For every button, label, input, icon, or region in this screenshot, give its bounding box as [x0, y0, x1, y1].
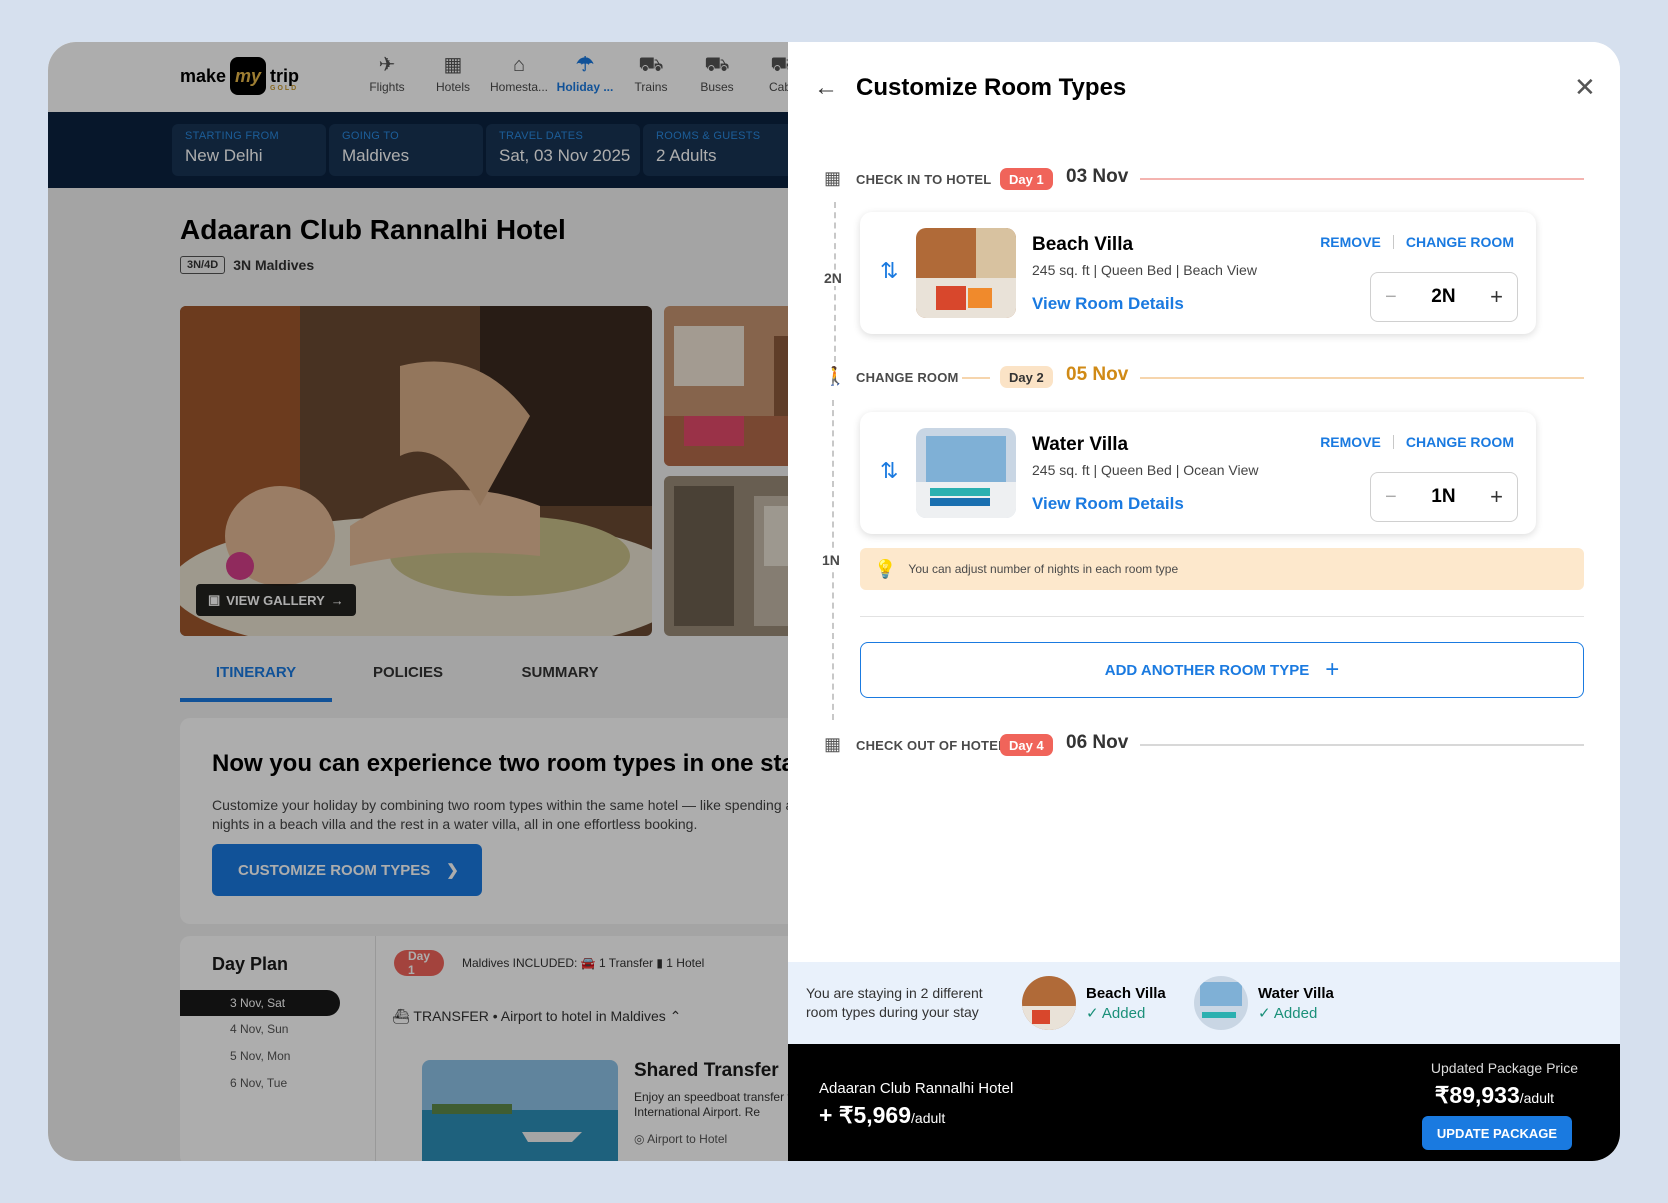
water-villa-photo [916, 428, 1016, 518]
modal-backdrop[interactable] [48, 42, 848, 1161]
change-line-left [962, 377, 990, 379]
plus-icon[interactable]: + [1490, 484, 1503, 510]
update-package-button[interactable]: UPDATE PACKAGE [1422, 1116, 1572, 1150]
change-room-label: CHANGE ROOM [856, 370, 959, 385]
change-date: 05 Nov [1066, 364, 1129, 385]
summary-room-name: Water Villa [1258, 984, 1334, 1002]
traveler-luggage-icon: 🚶 [824, 366, 847, 386]
plus-icon: + [1325, 656, 1340, 683]
room-name: Water Villa [1032, 434, 1129, 455]
summary-text: You are staying in 2 different room type… [806, 985, 983, 1020]
close-icon[interactable]: ✕ [1574, 72, 1596, 103]
customize-room-types-panel: ← Customize Room Types ✕ ▦ CHECK IN TO H… [788, 42, 1620, 1161]
room-actions: REMOVE CHANGE ROOM [1320, 434, 1514, 450]
remove-room-button[interactable]: REMOVE [1320, 434, 1381, 450]
change-room-button[interactable]: CHANGE ROOM [1406, 234, 1514, 250]
updated-price-label: Updated Package Price [1430, 1060, 1578, 1076]
beach-villa-photo [916, 228, 1016, 318]
beach-villa-avatar [1022, 976, 1076, 1030]
room-card-water-villa: ⇅ Water Villa 245 sq. ft | Queen Bed | O… [860, 412, 1536, 534]
change-day-pill: Day 2 [1000, 366, 1053, 388]
added-status: ✓ Added [1258, 1004, 1318, 1022]
lightbulb-icon: 💡 [874, 558, 897, 579]
reorder-icon[interactable]: ⇅ [880, 458, 898, 484]
additional-amount: + ₹5,969 [819, 1102, 912, 1128]
screen: make my trip GOLD ✈ Flights ▦ Hotels ⌂ Home… [48, 42, 1620, 1161]
nights-stepper: − 2N + [1370, 272, 1518, 322]
updated-price: ₹89,933/adult [1435, 1082, 1554, 1109]
night-count-label: 1N [822, 552, 840, 568]
nights-tip-banner: 💡 You can adjust number of nights in eac… [860, 548, 1584, 590]
additional-price: + ₹5,969/adult [819, 1102, 945, 1129]
room-spec: 245 sq. ft | Queen Bed | Beach View [1032, 262, 1257, 278]
checkout-date: 06 Nov [1066, 732, 1129, 753]
back-arrow-icon[interactable]: ← [814, 74, 838, 102]
per-adult: /adult [911, 1110, 946, 1126]
change-line [1140, 377, 1584, 379]
tip-text: You can adjust number of nights in each … [908, 562, 1179, 576]
nights-value: 1N [1431, 486, 1456, 507]
nights-value: 2N [1431, 286, 1456, 307]
checkout-label: CHECK OUT OF HOTEL [856, 738, 1006, 753]
summary-room-name: Beach Villa [1086, 984, 1166, 1002]
divider [1392, 235, 1394, 249]
building-icon: ▦ [824, 734, 842, 754]
divider [1392, 435, 1394, 449]
nights-stepper: − 1N + [1370, 472, 1518, 522]
checkin-day-pill: Day 1 [1000, 168, 1053, 190]
room-actions: REMOVE CHANGE ROOM [1320, 234, 1514, 250]
reorder-icon[interactable]: ⇅ [880, 258, 898, 284]
checkout-day-pill: Day 4 [1000, 734, 1053, 756]
price-footer: Adaaran Club Rannalhi Hotel + ₹5,969/adu… [788, 1044, 1620, 1161]
summary-room-1: Beach Villa ✓ Added [1022, 976, 1166, 1030]
room-card-beach-villa: ⇅ Beach Villa 245 sq. ft | Queen Bed | B… [860, 212, 1536, 334]
device-frame: make my trip GOLD ✈ Flights ▦ Hotels ⌂ Home… [0, 0, 1668, 1203]
view-room-details-link[interactable]: View Room Details [1032, 494, 1184, 514]
remove-room-button[interactable]: REMOVE [1320, 234, 1381, 250]
water-villa-avatar [1194, 976, 1248, 1030]
label-text: CHECK IN TO HOTEL [856, 172, 992, 187]
summary-room-info: Water Villa ✓ Added [1258, 985, 1334, 1022]
add-another-room-type-button[interactable]: ADD ANOTHER ROOM TYPE + [860, 642, 1584, 698]
checkin-line [1140, 178, 1584, 180]
updated-amount: ₹89,933 [1434, 1082, 1520, 1108]
button-label: ADD ANOTHER ROOM TYPE [1104, 661, 1310, 679]
panel-title: Customize Room Types [856, 74, 1127, 101]
room-types-summary: You are staying in 2 different room type… [788, 962, 1620, 1044]
room-spec: 245 sq. ft | Queen Bed | Ocean View [1032, 462, 1259, 478]
night-count-label: 2N [824, 270, 842, 286]
building-icon: ▦ [824, 168, 842, 188]
label-text: CHECK OUT OF HOTEL [856, 738, 1007, 753]
change-room-button[interactable]: CHANGE ROOM [1406, 434, 1514, 450]
summary-room-info: Beach Villa ✓ Added [1086, 985, 1166, 1022]
checkin-label: CHECK IN TO HOTEL· [856, 172, 1008, 187]
checkout-line [1140, 744, 1584, 746]
added-status: ✓ Added [1086, 1004, 1146, 1022]
footer-hotel-name: Adaaran Club Rannalhi Hotel [819, 1080, 1014, 1097]
view-room-details-link[interactable]: View Room Details [1032, 294, 1184, 314]
package-details-page: make my trip GOLD ✈ Flights ▦ Hotels ⌂ Home… [48, 42, 880, 1161]
room-name: Beach Villa [1032, 234, 1134, 255]
checkin-date: 03 Nov [1066, 166, 1129, 187]
minus-icon[interactable]: − [1385, 486, 1397, 509]
section-divider [860, 616, 1584, 617]
summary-room-2: Water Villa ✓ Added [1194, 976, 1334, 1030]
minus-icon[interactable]: − [1385, 286, 1397, 309]
plus-icon[interactable]: + [1490, 284, 1503, 310]
label-text: CHANGE ROOM [856, 370, 959, 385]
per-adult: /adult [1519, 1090, 1554, 1106]
